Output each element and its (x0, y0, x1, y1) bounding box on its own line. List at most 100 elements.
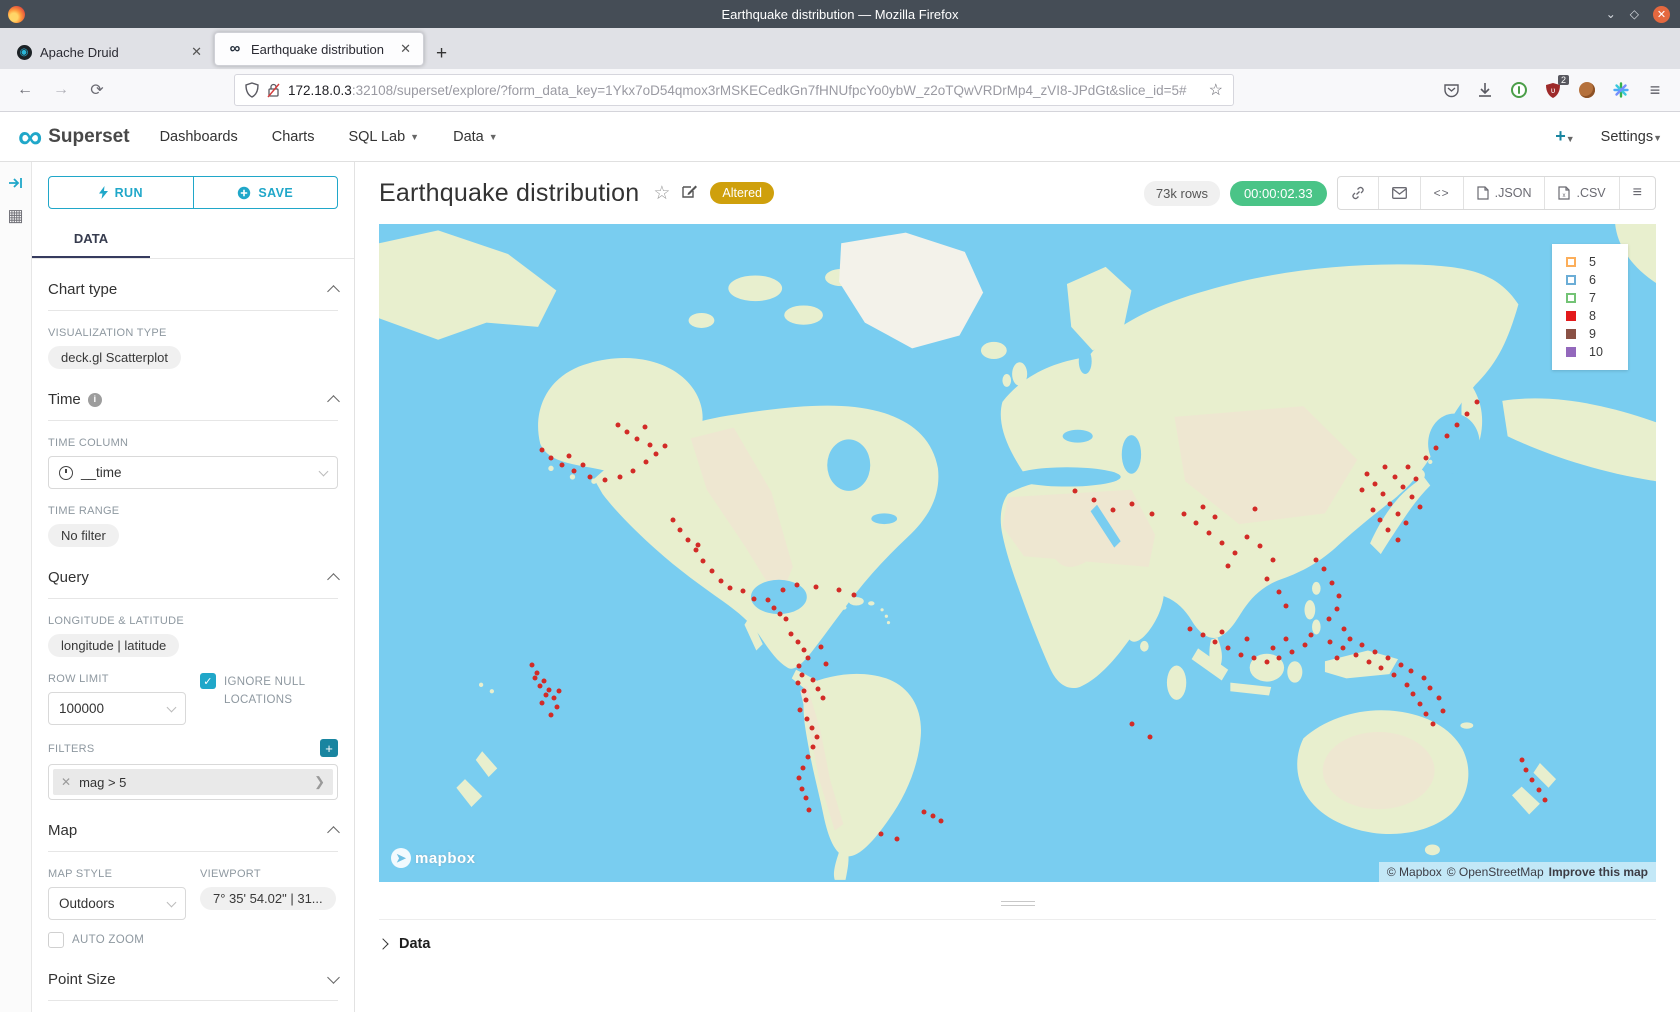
earthquake-point[interactable] (557, 689, 562, 694)
earthquake-point[interactable] (693, 548, 698, 553)
nav-sql-lab[interactable]: SQL Lab▼ (348, 129, 419, 145)
earthquake-point[interactable] (532, 676, 537, 681)
earthquake-point[interactable] (818, 645, 823, 650)
earthquake-point[interactable] (1406, 465, 1411, 470)
earthquake-point[interactable] (551, 696, 556, 701)
attribution-improve-link[interactable]: Improve this map (1549, 865, 1648, 879)
earthquake-point[interactable] (1207, 531, 1212, 536)
earthquake-point[interactable] (1341, 646, 1346, 651)
earthquake-point[interactable] (1245, 534, 1250, 539)
colorful-extension-icon[interactable] (1610, 79, 1632, 101)
earthquake-point[interactable] (802, 689, 807, 694)
earthquake-point[interactable] (931, 814, 936, 819)
earthquake-point[interactable] (1413, 477, 1418, 482)
earthquake-point[interactable] (1253, 506, 1258, 511)
export-json-button[interactable]: .JSON (1463, 177, 1545, 209)
earthquake-point[interactable] (811, 677, 816, 682)
tab-close-icon[interactable]: ✕ (189, 44, 204, 60)
earthquake-point[interactable] (701, 558, 706, 563)
earthquake-point[interactable] (540, 448, 545, 453)
earthquake-point[interactable] (535, 670, 540, 675)
earthquake-point[interactable] (678, 527, 683, 532)
earthquake-point[interactable] (806, 656, 811, 661)
time-range-value[interactable]: No filter (48, 524, 119, 547)
earthquake-point[interactable] (803, 698, 808, 703)
earthquake-point[interactable] (1523, 768, 1528, 773)
url-bar[interactable]: 172.18.0.3:32108/superset/explore/?form_… (234, 74, 1234, 106)
section-query[interactable]: Query (48, 569, 338, 599)
earthquake-point[interactable] (1373, 649, 1378, 654)
earthquake-point[interactable] (799, 786, 804, 791)
earthquake-point[interactable] (1219, 541, 1224, 546)
earthquake-point[interactable] (1366, 659, 1371, 664)
earthquake-point[interactable] (1536, 787, 1541, 792)
earthquake-point[interactable] (541, 679, 546, 684)
panel-resize-handle[interactable] (1001, 898, 1035, 909)
earthquake-point[interactable] (813, 584, 818, 589)
earthquake-point[interactable] (795, 639, 800, 644)
earthquake-point[interactable] (784, 616, 789, 621)
earthquake-point[interactable] (1251, 656, 1256, 661)
earthquake-point[interactable] (815, 735, 820, 740)
earthquake-point[interactable] (1410, 495, 1415, 500)
earthquake-point[interactable] (1398, 662, 1403, 667)
earthquake-point[interactable] (572, 469, 577, 474)
window-restore-icon[interactable]: ◇ (1630, 7, 1639, 21)
earthquake-point[interactable] (1187, 626, 1192, 631)
earthquake-point[interactable] (1200, 633, 1205, 638)
earthquake-point[interactable] (807, 807, 812, 812)
ignore-null-checkbox[interactable]: ✓ IGNORE NULL LOCATIONS (200, 673, 338, 710)
earthquake-point[interactable] (771, 606, 776, 611)
mapbox-logo[interactable]: ➤ mapbox (391, 848, 476, 868)
earthquake-point[interactable] (1194, 521, 1199, 526)
earthquake-point[interactable] (852, 593, 857, 598)
earthquake-point[interactable] (1378, 518, 1383, 523)
earthquake-point[interactable] (766, 598, 771, 603)
earthquake-point[interactable] (780, 587, 785, 592)
earthquake-point[interactable] (1401, 485, 1406, 490)
extension-icon[interactable] (1508, 79, 1530, 101)
earthquake-point[interactable] (1226, 646, 1231, 651)
edit-properties-icon[interactable] (682, 183, 698, 204)
earthquake-point[interactable] (803, 796, 808, 801)
earthquake-point[interactable] (804, 716, 809, 721)
earthquake-point[interactable] (642, 425, 647, 430)
section-chart-type[interactable]: Chart type (48, 281, 338, 311)
earthquake-point[interactable] (1370, 508, 1375, 513)
earthquake-point[interactable] (1283, 636, 1288, 641)
earthquake-point[interactable] (1342, 626, 1347, 631)
earthquake-point[interactable] (530, 662, 535, 667)
earthquake-point[interactable] (615, 422, 620, 427)
legend-item[interactable]: 5 (1566, 253, 1628, 271)
earthquake-point[interactable] (1436, 695, 1441, 700)
earthquake-point[interactable] (1465, 411, 1470, 416)
earthquake-point[interactable] (1396, 537, 1401, 542)
earthquake-point[interactable] (1314, 557, 1319, 562)
add-filter-button[interactable]: + (320, 739, 338, 757)
bookmark-star-icon[interactable]: ☆ (1209, 80, 1223, 100)
legend-item[interactable]: 9 (1566, 325, 1628, 343)
tab-earthquake-distribution[interactable]: ∞ Earthquake distribution ✕ (214, 32, 424, 66)
earthquake-point[interactable] (809, 726, 814, 731)
earthquake-point[interactable] (1181, 511, 1186, 516)
downloads-icon[interactable] (1474, 79, 1496, 101)
map-style-select[interactable]: Outdoors (48, 887, 186, 920)
earthquake-point[interactable] (1421, 676, 1426, 681)
earthquake-point[interactable] (798, 707, 803, 712)
favorite-star-icon[interactable]: ☆ (653, 182, 670, 205)
earthquake-point[interactable] (647, 443, 652, 448)
earthquake-point[interactable] (1264, 577, 1269, 582)
earthquake-point[interactable] (1328, 639, 1333, 644)
nav-charts[interactable]: Charts (272, 129, 315, 145)
earthquake-point[interactable] (1427, 685, 1432, 690)
earthquake-point[interactable] (1072, 489, 1077, 494)
earthquake-point[interactable] (567, 453, 572, 458)
earthquake-point[interactable] (789, 631, 794, 636)
deckgl-scatterplot-map[interactable]: 5678910 ➤ mapbox © Mapbox © OpenStreetMa… (379, 224, 1656, 882)
earthquake-point[interactable] (1440, 708, 1445, 713)
earthquake-point[interactable] (777, 611, 782, 616)
earthquake-point[interactable] (811, 745, 816, 750)
remove-filter-icon[interactable]: ✕ (53, 775, 79, 789)
tab-data[interactable]: DATA (32, 223, 150, 258)
url-text[interactable]: 172.18.0.3:32108/superset/explore/?form_… (288, 83, 1201, 98)
